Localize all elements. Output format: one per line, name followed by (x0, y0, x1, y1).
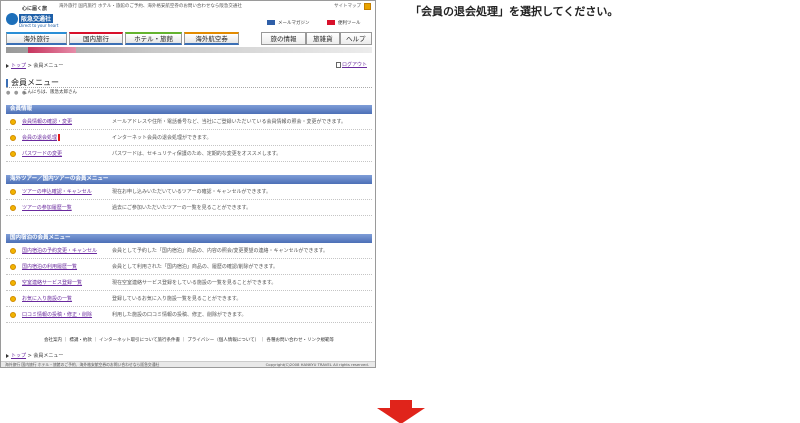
bullet-icon (10, 247, 16, 254)
breadcrumb-top-link[interactable]: トップ (11, 63, 26, 69)
breadcrumb-arrow-icon (6, 353, 9, 358)
item-description: 現在お申し込みいただいているツアーの確認・キャンセルができます。 (112, 189, 271, 195)
page-title-text: 会員メニュー (11, 78, 59, 87)
mail-magazine-label: メールマガジン (278, 21, 310, 26)
list-item: ツアーの申込確認・キャンセル 現在お申し込みいただいているツアーの確認・キャンセ… (6, 184, 372, 200)
page-title: 会員メニュー (6, 77, 372, 88)
logo-tagline: 心に届く旅 (22, 6, 48, 12)
breadcrumb-current: 会員メニュー (33, 63, 64, 69)
site-logo[interactable]: 心に届く旅 阪急交通社 Direct to your heart (4, 5, 59, 33)
down-arrow-icon (377, 400, 425, 423)
logo-name: 阪急交通社 (19, 14, 54, 23)
footer-bar: 海外旅行 国内旅行 ホテル・旅館のご予約、海外格安航空券のお問い合わせなら阪急交… (1, 361, 375, 367)
copyright: Copyright(C)2008 HANKYU TRAVEL All right… (265, 362, 369, 367)
list-item: ツアーの参加履歴一覧 過去にご参加いただいたツアーの一覧を見ることができます。 (6, 200, 372, 216)
member-info-edit-link[interactable]: 会員情報の確認・変更 (22, 118, 112, 125)
item-description: 過去にご参加いただいたツアーの一覧を見ることができます。 (112, 205, 252, 211)
breadcrumb-bottom: トップ > 会員メニュー (6, 352, 63, 359)
item-description: 会員として利用された「国内宿泊」商品の、履歴の確認/削除ができます。 (112, 264, 279, 270)
item-description: インターネット会員の退会処理ができます。 (112, 135, 212, 141)
mail-magazine-link[interactable]: メールマガジン (267, 20, 310, 26)
tour-booking-check-link[interactable]: ツアーの申込確認・キャンセル (22, 188, 112, 195)
logout-icon (335, 61, 341, 68)
tab-help[interactable]: ヘルプ (339, 32, 373, 45)
footer-bar-text: 海外旅行 国内旅行 ホテル・旅館のご予約、海外格安航空券のお問い合わせなら阪急交… (5, 362, 160, 367)
bullet-icon (10, 150, 16, 157)
logout-link[interactable]: ログアウト (335, 61, 367, 68)
convenient-tool-link[interactable]: 便利ツール (327, 20, 361, 26)
instruction-text: 「会員の退会処理」を選択してください。 (410, 5, 619, 18)
section-header: 海外ツアー／国内ツアーの会員メニュー (6, 175, 372, 184)
logout-label: ログアウト (341, 62, 367, 68)
list-item: お気に入り施設の一覧 登録しているお気に入り施設一覧を見ることができます。 (6, 291, 372, 307)
convenient-tool-label: 便利ツール (338, 21, 361, 26)
favorite-facilities-link[interactable]: お気に入り施設の一覧 (22, 295, 112, 302)
footer-links[interactable]: 会社案内 ｜ 標識・約款 ｜ インターネット取引について旅行条件書 ｜ プライバ… (6, 337, 372, 343)
item-description: パスワードは、セキュリティ保護のため、定期的な変更をオススメします。 (112, 151, 282, 157)
bullet-icon (10, 311, 16, 318)
sitemap-icon (364, 3, 371, 10)
list-item: パスワードの変更 パスワードは、セキュリティ保護のため、定期的な変更をオススメし… (6, 146, 372, 162)
item-description: 登録しているお気に入り施設一覧を見ることができます。 (112, 296, 242, 302)
item-description: 現在空室連絡サービス登録をしている施設の一覧を見ることができます。 (112, 280, 277, 286)
sitemap-link[interactable]: サイトマップ (334, 3, 361, 9)
bullet-icon (10, 134, 16, 141)
item-description: メールアドレスや住所・電話番号など、当社にご登録いただいている会員情報の照会・変… (112, 119, 347, 125)
logo-mark-icon (6, 13, 18, 25)
header-tagline: 海外旅行 国内旅行 ホテル・旅館のご予約、海外格安航空券のお問い合わせなら阪急交… (59, 4, 242, 9)
item-description: 会員として予約した「国内宿泊」商品の、内容の照会/変更要望の連絡・キャンセルがで… (112, 248, 329, 254)
list-item: 空室連絡サービス登録一覧 現在空室連絡サービス登録をしている施設の一覧を見ること… (6, 275, 372, 291)
tab-overseas-flights[interactable]: 海外航空券 (184, 32, 240, 45)
tab-domestic-travel[interactable]: 国内旅行 (68, 32, 124, 45)
section-member-info: 会員情報 会員情報の確認・変更 メールアドレスや住所・電話番号など、当社にご登録… (6, 105, 372, 162)
bullet-icon (10, 204, 16, 211)
section-header: 国内宿泊の会員メニュー (6, 234, 372, 243)
vacancy-alert-list-link[interactable]: 空室連絡サービス登録一覧 (22, 279, 112, 286)
bullet-icon (10, 295, 16, 302)
tab-overseas-travel[interactable]: 海外旅行 (6, 32, 67, 45)
section-header: 会員情報 (6, 105, 372, 114)
logo-subtitle: Direct to your heart (19, 23, 59, 28)
breadcrumb-arrow-icon (6, 63, 9, 68)
bullet-icon (10, 188, 16, 195)
section-tour-menu: 海外ツアー／国内ツアーの会員メニュー ツアーの申込確認・キャンセル 現在お申し込… (6, 175, 372, 216)
breadcrumb-current-bottom: 会員メニュー (33, 353, 64, 359)
tab-travel-info[interactable]: 旅の情報 (260, 32, 307, 45)
item-description: 利用した施設の口コミ情報の投稿、修正、削除ができます。 (112, 312, 247, 318)
bullet-icon (10, 118, 16, 125)
withdraw-membership-link[interactable]: 会員の退会処理 (22, 134, 61, 141)
change-password-link[interactable]: パスワードの変更 (22, 150, 112, 157)
breadcrumb-top-link-bottom[interactable]: トップ (11, 353, 26, 359)
mail-icon (267, 20, 275, 25)
stay-history-link[interactable]: 国内宿泊の利用履歴一覧 (22, 263, 112, 270)
section-domestic-stay-menu: 国内宿泊の会員メニュー 国内宿泊の予約変更・キャンセル 会員として予約した「国内… (6, 234, 372, 323)
tool-new-icon (327, 20, 335, 25)
greeting: こんにちは、阪急太郎さん (23, 90, 77, 95)
tour-history-link[interactable]: ツアーの参加履歴一覧 (22, 204, 112, 211)
list-item: 国内宿泊の予約変更・キャンセル 会員として予約した「国内宿泊」商品の、内容の照会… (6, 243, 372, 259)
stay-booking-change-link[interactable]: 国内宿泊の予約変更・キャンセル (22, 247, 112, 254)
tab-hotel-ryokan[interactable]: ホテル・旅館 (125, 32, 183, 45)
bullet-icon (10, 279, 16, 286)
breadcrumb: トップ > 会員メニュー (6, 62, 63, 69)
bullet-icon (10, 263, 16, 270)
list-item: 会員の退会処理 インターネット会員の退会処理ができます。 (6, 130, 372, 146)
review-post-link[interactable]: 口コミ情報の投稿・修正・削除 (22, 311, 112, 318)
list-item: 国内宿泊の利用履歴一覧 会員として利用された「国内宿泊」商品の、履歴の確認/削除… (6, 259, 372, 275)
browser-page: 海外旅行 国内旅行 ホテル・旅館のご予約、海外格安航空券のお問い合わせなら阪急交… (0, 0, 376, 368)
list-item: 会員情報の確認・変更 メールアドレスや住所・電話番号など、当社にご登録いただいて… (6, 114, 372, 130)
withdraw-link-wrap: 会員の退会処理 (22, 134, 112, 141)
list-item: 口コミ情報の投稿・修正・削除 利用した施設の口コミ情報の投稿、修正、削除ができま… (6, 307, 372, 323)
main-nav: 海外旅行 国内旅行 ホテル・旅館 海外航空券 旅の情報 旅雑貨 ヘルプ (6, 32, 373, 45)
banner-strip (6, 47, 372, 53)
tab-travel-goods[interactable]: 旅雑貨 (306, 32, 340, 45)
